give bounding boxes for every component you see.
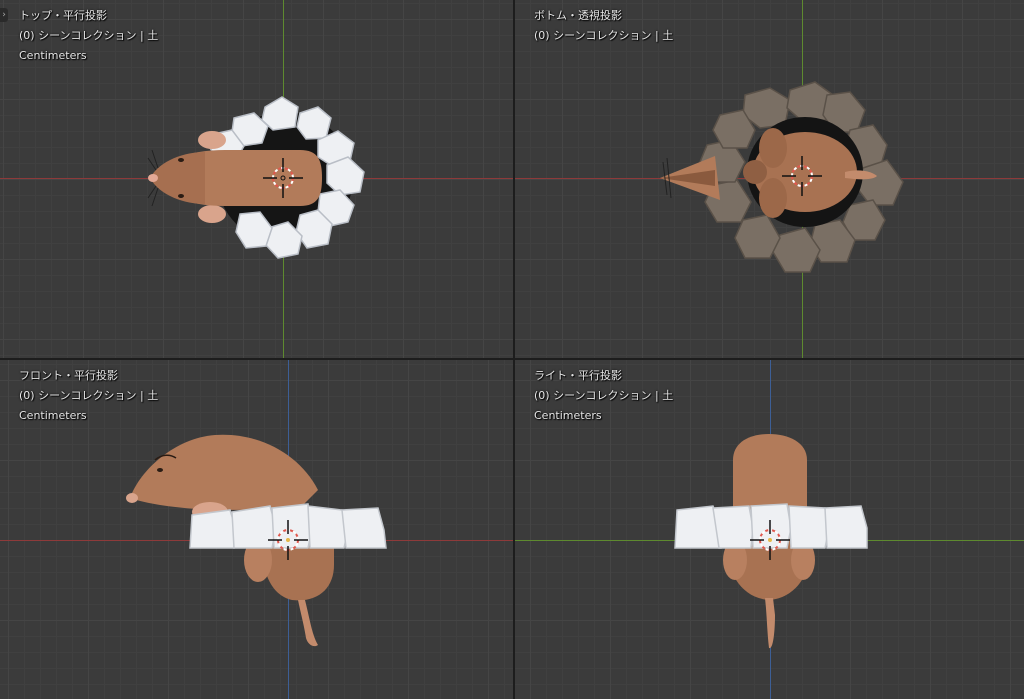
viewport-front[interactable]: フロント・平行投影 (0) シーンコレクション | 土 Centimeters [0, 360, 513, 699]
units-label: Centimeters [19, 49, 87, 62]
viewport-info: フロント・平行投影 (0) シーンコレクション | 土 Centimeters [19, 366, 158, 426]
viewport-top[interactable]: トップ・平行投影 (0) シーンコレクション | 土 Centimeters › [0, 0, 513, 358]
view-name: ボトム・透視投影 [534, 9, 622, 22]
collection-label: (0) シーンコレクション | 土 [19, 389, 159, 402]
mole-bottom-scene[interactable] [515, 0, 1024, 358]
view-name: トップ・平行投影 [19, 9, 107, 22]
collection-label: (0) シーンコレクション | 土 [534, 29, 674, 42]
blender-quad-view: トップ・平行投影 (0) シーンコレクション | 土 Centimeters › [0, 0, 1024, 699]
viewport-info: トップ・平行投影 (0) シーンコレクション | 土 Centimeters [19, 6, 158, 66]
viewport-info: ライト・平行投影 (0) シーンコレクション | 土 Centimeters [534, 366, 673, 426]
units-label: Centimeters [19, 409, 87, 422]
view-name: ライト・平行投影 [534, 369, 622, 382]
rock [296, 106, 332, 140]
chevron-right-icon[interactable]: › [0, 8, 8, 22]
viewport-info: ボトム・透視投影 (0) シーンコレクション | 土 [534, 6, 673, 46]
collection-label: (0) シーンコレクション | 土 [19, 29, 159, 42]
viewport-right[interactable]: ライト・平行投影 (0) シーンコレクション | 土 Centimeters [515, 360, 1024, 699]
collection-label: (0) シーンコレクション | 土 [534, 389, 674, 402]
viewport-bottom[interactable]: ボトム・透視投影 (0) シーンコレクション | 土 [515, 0, 1024, 358]
view-name: フロント・平行投影 [19, 369, 118, 382]
units-label: Centimeters [534, 409, 602, 422]
